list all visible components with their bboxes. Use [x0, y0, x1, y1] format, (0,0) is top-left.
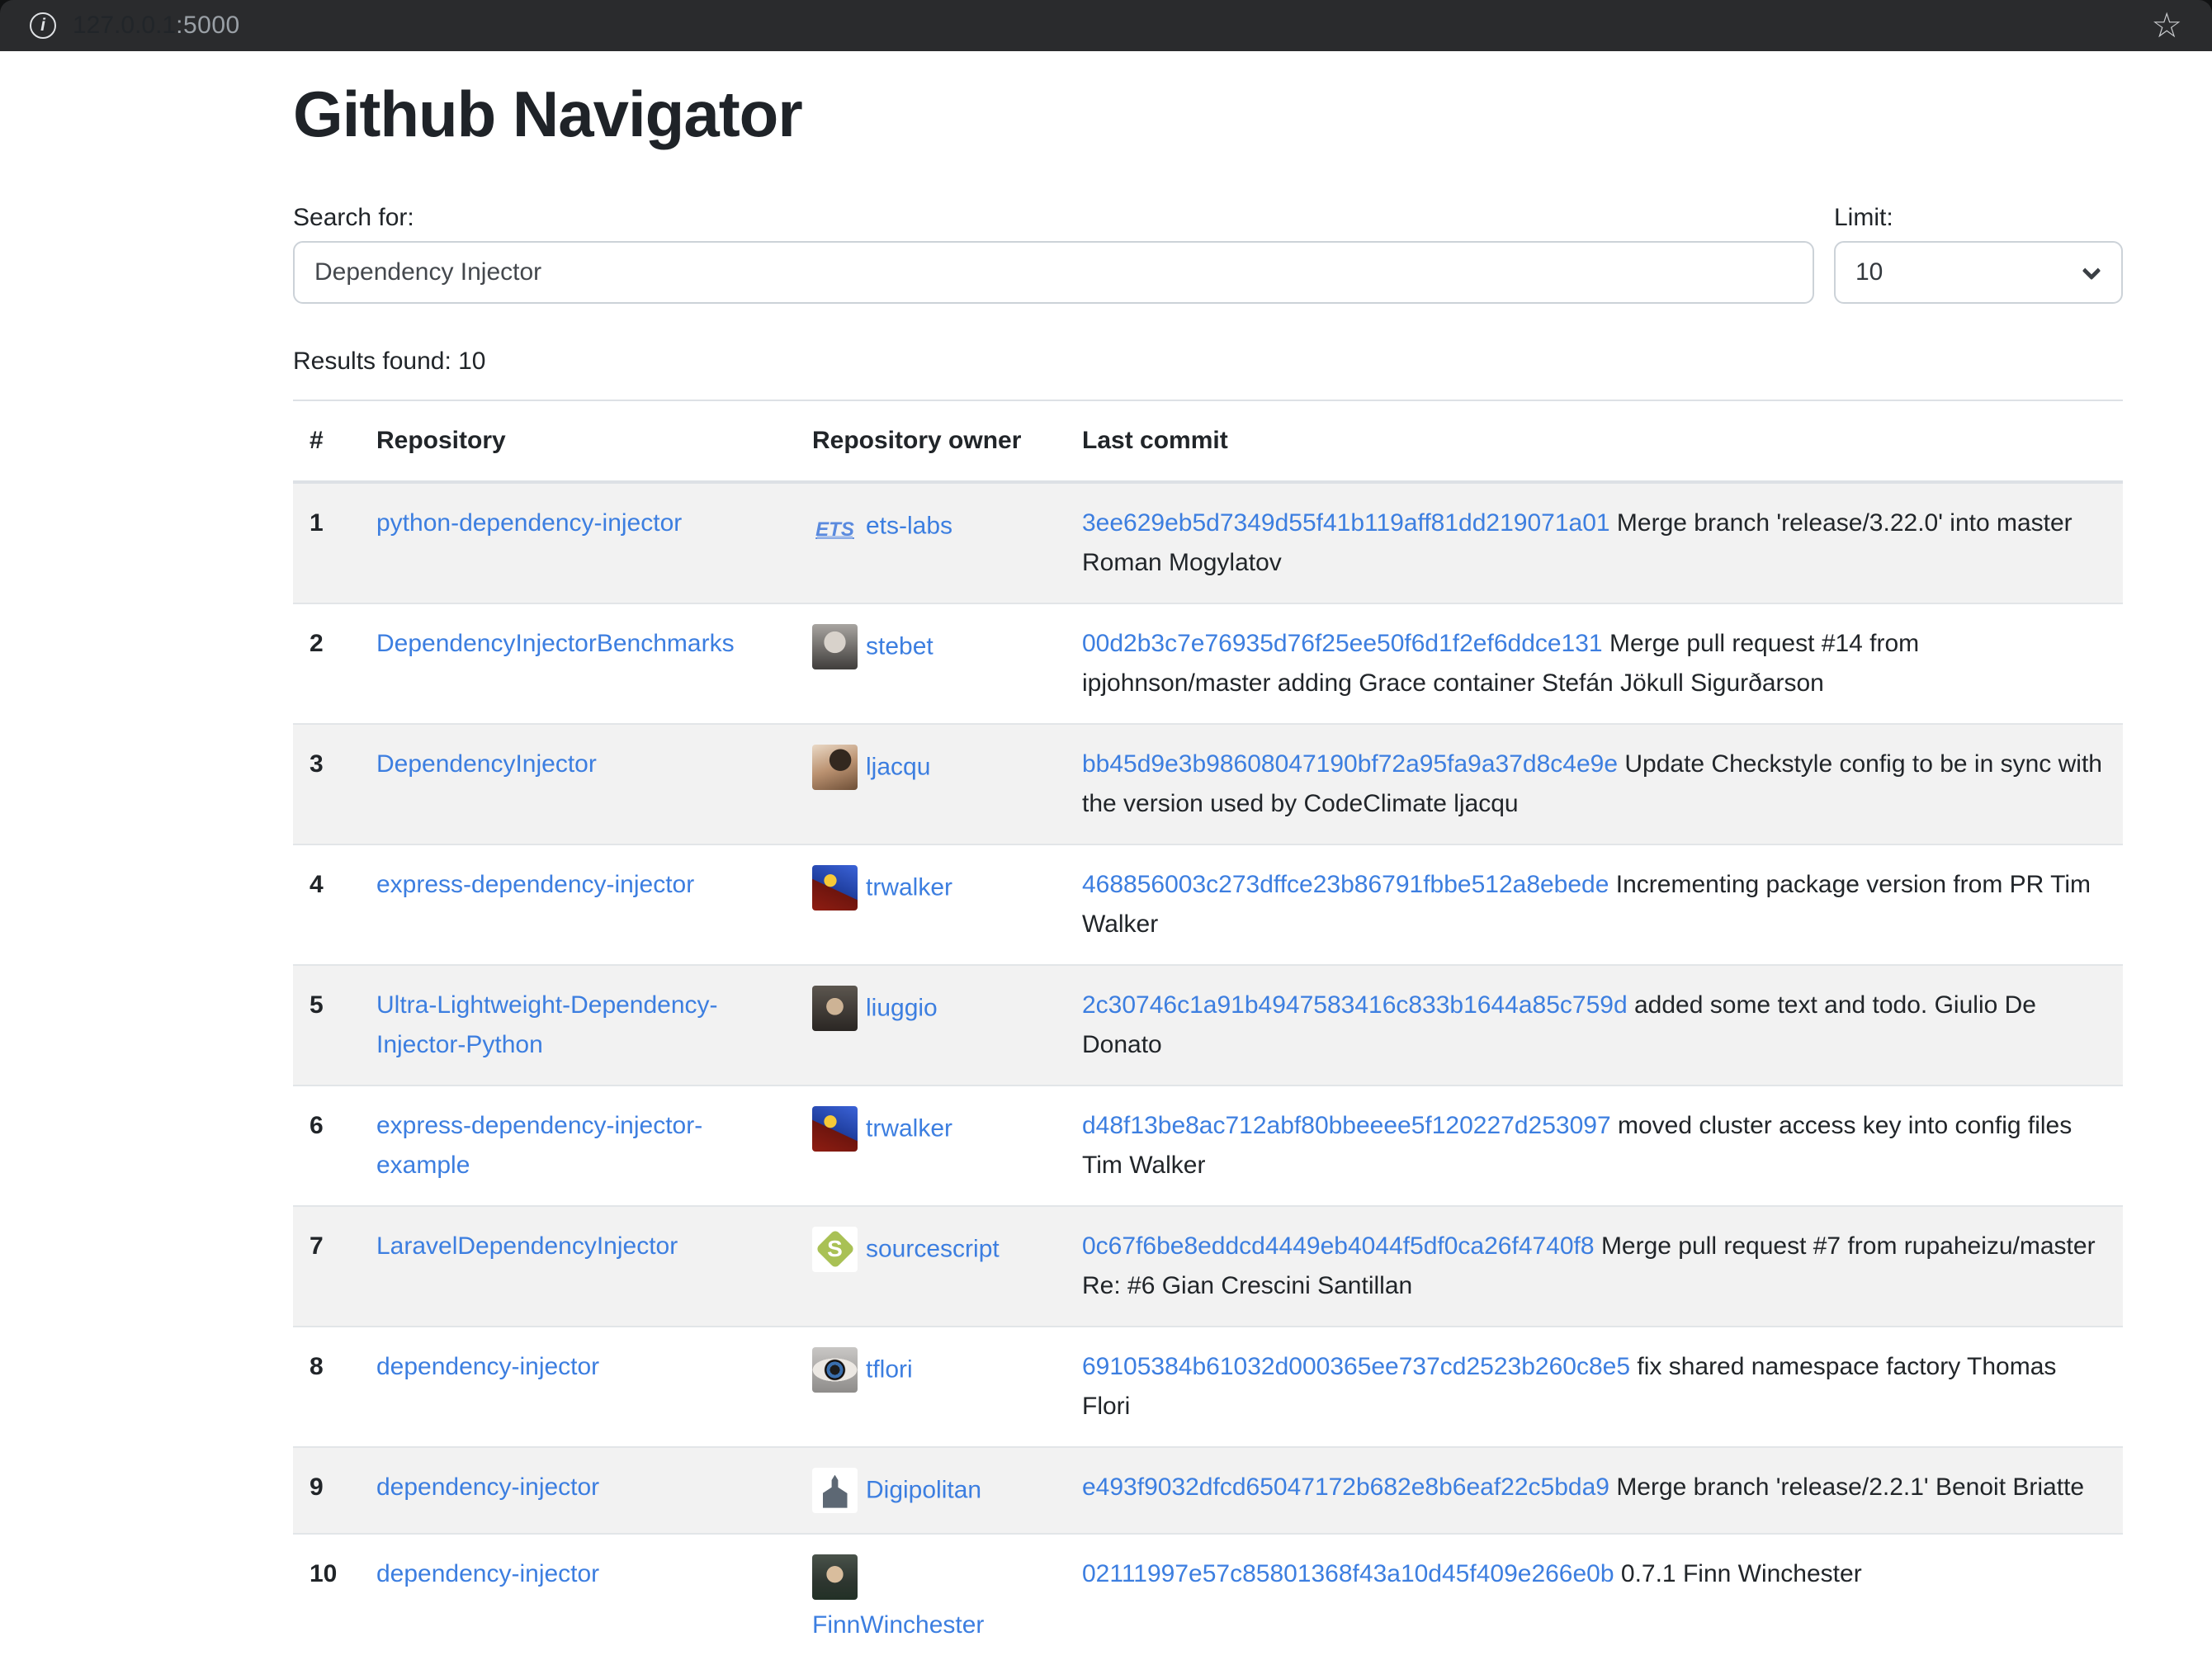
commit-sha-link[interactable]: 0c67f6be8eddcd4449eb4044f5df0ca26f4740f8 [1082, 1232, 1595, 1260]
limit-selected-value: 10 [1855, 258, 1883, 286]
repo-link[interactable]: express-dependency-injector [376, 871, 694, 898]
col-header-last-commit: Last commit [1066, 400, 2123, 482]
row-index: 7 [293, 1206, 360, 1327]
bookmark-star-icon[interactable] [2151, 8, 2182, 43]
col-header-repository: Repository [360, 400, 796, 482]
row-index: 3 [293, 724, 360, 844]
row-index: 2 [293, 603, 360, 724]
row-index: 8 [293, 1327, 360, 1447]
results-summary: Results found: 10 [293, 343, 2123, 380]
table-row: 8 dependency-injector tflori 69105384b61… [293, 1327, 2123, 1447]
col-header-index: # [293, 400, 360, 482]
info-circle-icon[interactable] [30, 12, 56, 39]
owner-avatar [812, 1227, 858, 1272]
row-index: 10 [293, 1534, 360, 1665]
commit-sha-link[interactable]: 3ee629eb5d7349d55f41b119aff81dd219071a01 [1082, 509, 1610, 537]
owner-link[interactable]: stebet [866, 632, 933, 660]
repo-link[interactable]: dependency-injector [376, 1353, 599, 1380]
table-row: 1 python-dependency-injector ets-labs 3e… [293, 482, 2123, 603]
owner-avatar [812, 1106, 858, 1152]
owner-link[interactable]: trwalker [866, 873, 952, 901]
repo-link[interactable]: dependency-injector [376, 1473, 599, 1501]
table-row: 6 express-dependency-injector-example tr… [293, 1086, 2123, 1206]
search-form: Search for: Limit: 10 [293, 200, 2123, 304]
table-row: 9 dependency-injector Digipolitan e493f9… [293, 1447, 2123, 1534]
table-row: 7 LaravelDependencyInjector sourcescript… [293, 1206, 2123, 1327]
repo-link[interactable]: python-dependency-injector [376, 509, 682, 537]
limit-select[interactable]: 10 [1834, 241, 2123, 304]
commit-sha-link[interactable]: e493f9032dfcd65047172b682e8b6eaf22c5bda9 [1082, 1473, 1609, 1501]
commit-sha-link[interactable]: 02111997e57c85801368f43a10d45f409e266e0b [1082, 1560, 1614, 1587]
repositories-table: # Repository Repository owner Last commi… [293, 400, 2123, 1665]
commit-message: 0.7.1 Finn Winchester [1621, 1560, 1862, 1587]
chevron-down-icon [2082, 261, 2101, 280]
row-index: 5 [293, 965, 360, 1086]
owner-avatar [812, 1347, 858, 1393]
owner-avatar [812, 865, 858, 911]
search-field-group: Search for: [293, 200, 1814, 304]
owner-avatar [812, 1554, 858, 1600]
page-content: Github Navigator Search for: Limit: 10 R… [0, 51, 2212, 1665]
address-bar[interactable]: 127.0.0.1:5000 [0, 0, 2212, 51]
commit-sha-link[interactable]: 69105384b61032d000365ee737cd2523b260c8e5 [1082, 1353, 1630, 1380]
owner-avatar [812, 624, 858, 669]
table-row: 4 express-dependency-injector trwalker 4… [293, 844, 2123, 965]
owner-link[interactable]: trwalker [866, 1114, 952, 1142]
owner-link[interactable]: ets-labs [866, 512, 952, 539]
search-input[interactable] [293, 241, 1814, 304]
owner-link[interactable]: Digipolitan [866, 1476, 981, 1503]
col-header-owner: Repository owner [796, 400, 1066, 482]
table-row: 5 Ultra-Lightweight-Dependency-Injector-… [293, 965, 2123, 1086]
table-row: 2 DependencyInjectorBenchmarks stebet 00… [293, 603, 2123, 724]
owner-avatar [812, 1468, 858, 1513]
owner-link[interactable]: liuggio [866, 994, 938, 1021]
repo-link[interactable]: Ultra-Lightweight-Dependency-Injector-Py… [376, 991, 718, 1058]
repo-link[interactable]: LaravelDependencyInjector [376, 1232, 678, 1260]
repo-link[interactable]: DependencyInjector [376, 750, 597, 778]
row-index: 9 [293, 1447, 360, 1534]
browser-toolbar: 127.0.0.1:5000 [0, 0, 2212, 51]
owner-avatar [812, 745, 858, 790]
limit-field-group: Limit: 10 [1834, 200, 2123, 304]
table-row: 10 dependency-injector FinnWinchester 02… [293, 1534, 2123, 1665]
owner-link[interactable]: FinnWinchester [812, 1611, 984, 1639]
owner-avatar [812, 504, 858, 549]
repo-link[interactable]: express-dependency-injector-example [376, 1112, 702, 1179]
url-port: :5000 [176, 12, 240, 40]
commit-sha-link[interactable]: 468856003c273dffce23b86791fbbe512a8ebede [1082, 871, 1609, 898]
repo-link[interactable]: DependencyInjectorBenchmarks [376, 630, 735, 657]
search-label: Search for: [293, 200, 1814, 236]
owner-avatar [812, 986, 858, 1031]
limit-label: Limit: [1834, 200, 2123, 236]
row-index: 4 [293, 844, 360, 965]
owner-link[interactable]: ljacqu [866, 753, 930, 780]
commit-sha-link[interactable]: d48f13be8ac712abf80bbeeee5f120227d253097 [1082, 1112, 1611, 1139]
commit-sha-link[interactable]: bb45d9e3b98608047190bf72a95fa9a37d8c4e9e [1082, 750, 1618, 778]
commit-sha-link[interactable]: 00d2b3c7e76935d76f25ee50f6d1f2ef6ddce131 [1082, 630, 1603, 657]
url-host: 127.0.0.1 [73, 12, 176, 40]
commit-message: Merge branch 'release/2.2.1' Benoit Bria… [1616, 1473, 2084, 1501]
page-title: Github Navigator [293, 76, 2123, 154]
table-header-row: # Repository Repository owner Last commi… [293, 400, 2123, 482]
row-index: 6 [293, 1086, 360, 1206]
repo-link[interactable]: dependency-injector [376, 1560, 599, 1587]
owner-link[interactable]: tflori [866, 1355, 913, 1383]
commit-sha-link[interactable]: 2c30746c1a91b4947583416c833b1644a85c759d [1082, 991, 1628, 1019]
owner-link[interactable]: sourcescript [866, 1235, 1000, 1262]
table-row: 3 DependencyInjector ljacqu bb45d9e3b986… [293, 724, 2123, 844]
row-index: 1 [293, 482, 360, 603]
